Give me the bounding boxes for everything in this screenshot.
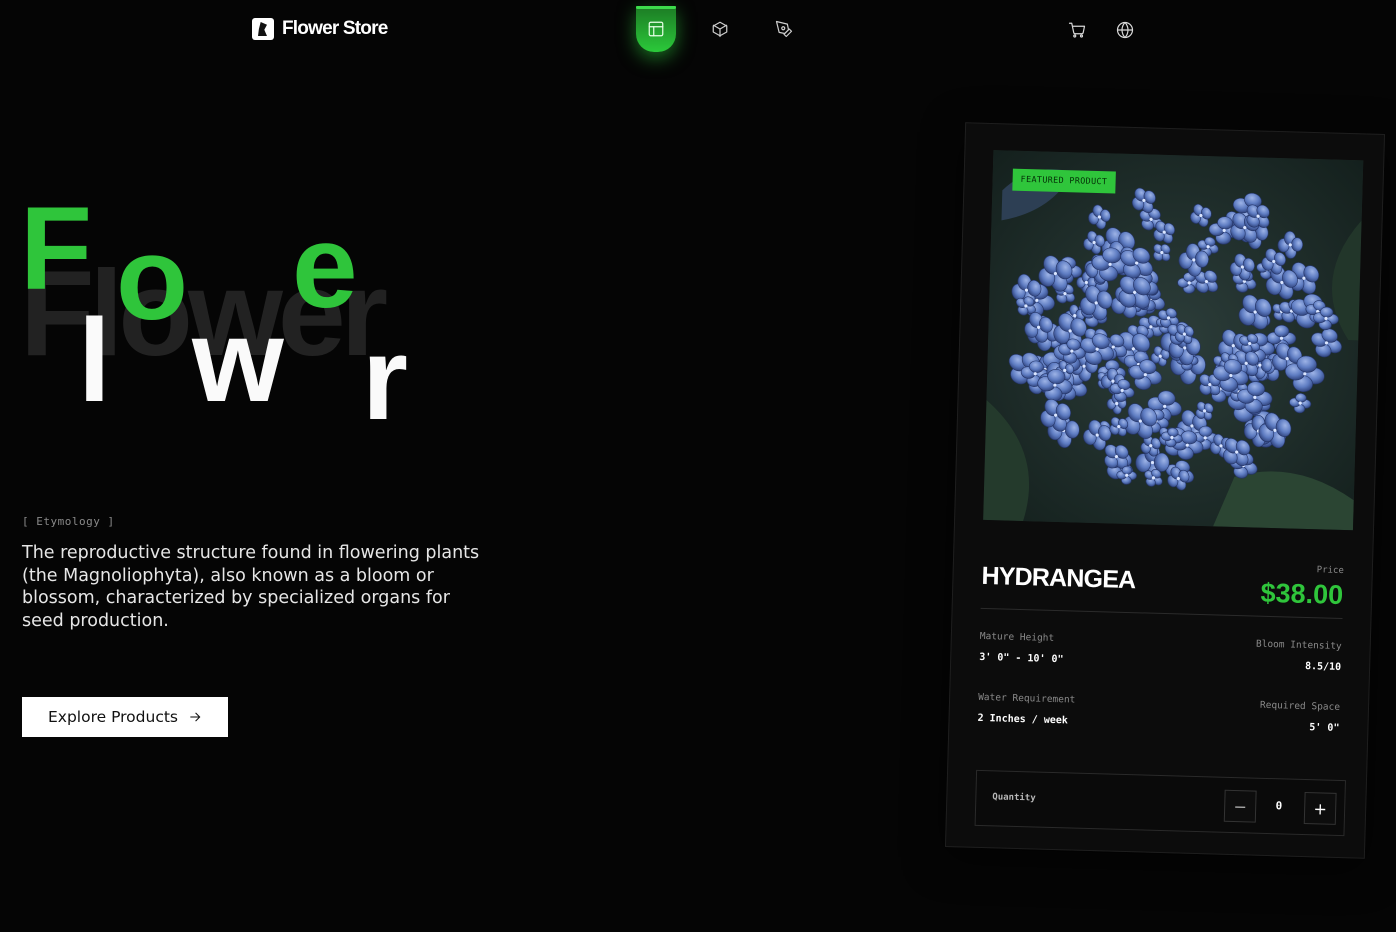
- featured-badge: FEATURED PRODUCT: [1012, 168, 1116, 194]
- product-price: $38.00: [1260, 577, 1344, 611]
- hero-letter-r: r: [362, 313, 408, 445]
- header-actions: [1066, 18, 1136, 42]
- price-label: Price: [1316, 565, 1344, 577]
- explore-products-button[interactable]: Explore Products: [22, 697, 228, 737]
- nav-layout-button[interactable]: [636, 6, 676, 52]
- card-divider: [980, 607, 1343, 620]
- hero-letter-e: e: [292, 201, 358, 333]
- required-space-label: Required Space: [1259, 699, 1341, 713]
- brand-name: Flower Store: [282, 18, 388, 39]
- cart-icon: [1068, 22, 1086, 38]
- required-space-value: 5' 0": [1309, 722, 1340, 734]
- hero-letter-f: F: [20, 183, 93, 315]
- bloom-intensity-label: Bloom Intensity: [1255, 638, 1342, 652]
- hero-letter-w: w: [192, 295, 284, 427]
- quantity-decrease-button[interactable]: −: [1223, 789, 1257, 823]
- globe-icon: [1116, 21, 1134, 39]
- etymology-label: [ Etymology ]: [22, 515, 115, 528]
- cart-button[interactable]: [1066, 18, 1088, 42]
- water-requirement-value: 2 Inches / week: [977, 712, 1068, 727]
- hero-word: Flower F l o w e r: [20, 190, 440, 440]
- hero-letter-l: l: [78, 295, 111, 427]
- explore-products-label: Explore Products: [47, 708, 179, 726]
- mature-height-label: Mature Height: [979, 630, 1055, 644]
- quantity-stepper: Quantity − 0 +: [974, 769, 1346, 837]
- flower-logo-icon: [252, 18, 274, 40]
- main-nav: [636, 6, 804, 52]
- product-name: HYDRANGEA: [981, 561, 1136, 595]
- header: Flower Store: [0, 0, 1396, 60]
- etymology-text: The reproductive structure found in flow…: [22, 543, 480, 631]
- nav-pen-button[interactable]: [764, 6, 804, 52]
- pen-tool-icon: [775, 20, 793, 38]
- arrow-right-icon: [190, 712, 201, 722]
- bloom-intensity-value: 8.5/10: [1304, 660, 1342, 673]
- quantity-label: Quantity: [992, 792, 1036, 804]
- hero-letter-o: o: [116, 213, 189, 345]
- brand[interactable]: Flower Store: [252, 18, 388, 40]
- water-requirement-label: Water Requirement: [977, 691, 1076, 706]
- product-card: FEATURED PRODUCT HYDRANGEA Price $38.00 …: [944, 122, 1386, 859]
- quantity-increase-button[interactable]: +: [1303, 792, 1337, 825]
- quantity-value: 0: [1275, 799, 1283, 813]
- language-button[interactable]: [1114, 18, 1136, 42]
- layout-icon: [648, 21, 664, 37]
- box-icon: [712, 21, 728, 38]
- nav-box-button[interactable]: [700, 6, 740, 52]
- hydrangea-image: [983, 150, 1364, 531]
- mature-height-value: 3' 0" - 10' 0": [979, 651, 1064, 666]
- product-image: FEATURED PRODUCT: [983, 150, 1364, 531]
